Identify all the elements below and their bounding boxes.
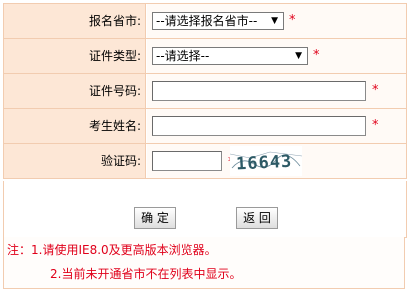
id-type-row: 证件类型: --请选择-- ▼ * [4, 39, 406, 74]
note-line-2: 2.当前未开通省市不在列表中显示。 [50, 267, 242, 281]
chevron-down-icon: ▼ [295, 51, 302, 61]
captcha-label: 验证码: [4, 144, 146, 178]
login-form: 报名省市: --请选择报名省市-- ▼ * 证件类型: --请选择-- ▼ * … [3, 3, 407, 179]
captcha-input[interactable] [152, 151, 222, 171]
id-type-label: 证件类型: [4, 39, 146, 73]
chevron-down-icon: ▼ [271, 16, 278, 26]
province-label: 报名省市: [4, 4, 146, 38]
id-type-select-value: --请选择-- [156, 49, 210, 63]
captcha-image[interactable]: 16643 [230, 146, 302, 176]
notes-panel: 注：1.请使用IE8.0及更高版本浏览器。 2.当前未开通省市不在列表中显示。 [3, 237, 405, 289]
captcha-row: 验证码: * [4, 144, 406, 179]
id-number-label: 证件号码: [4, 74, 146, 108]
confirm-button[interactable]: 确 定 [134, 207, 176, 229]
province-select[interactable]: --请选择报名省市-- ▼ [152, 12, 284, 30]
province-select-value: --请选择报名省市-- [156, 14, 258, 28]
button-row: 确 定 返 回 [3, 181, 407, 238]
note-line-1: 注：1.请使用IE8.0及更高版本浏览器。 [7, 243, 217, 257]
required-mark: * [289, 13, 296, 28]
name-label: 考生姓名: [4, 109, 146, 143]
back-button[interactable]: 返 回 [236, 207, 278, 229]
name-input[interactable] [152, 116, 366, 136]
id-number-input[interactable] [152, 81, 366, 101]
required-mark: * [372, 83, 379, 98]
required-mark: * [372, 118, 379, 133]
required-mark: * [313, 48, 320, 63]
captcha-text: 16643 [236, 152, 293, 175]
province-row: 报名省市: --请选择报名省市-- ▼ * [4, 4, 406, 39]
id-number-row: 证件号码: * [4, 74, 406, 109]
id-type-select[interactable]: --请选择-- ▼ [152, 47, 308, 65]
name-row: 考生姓名: * [4, 109, 406, 144]
